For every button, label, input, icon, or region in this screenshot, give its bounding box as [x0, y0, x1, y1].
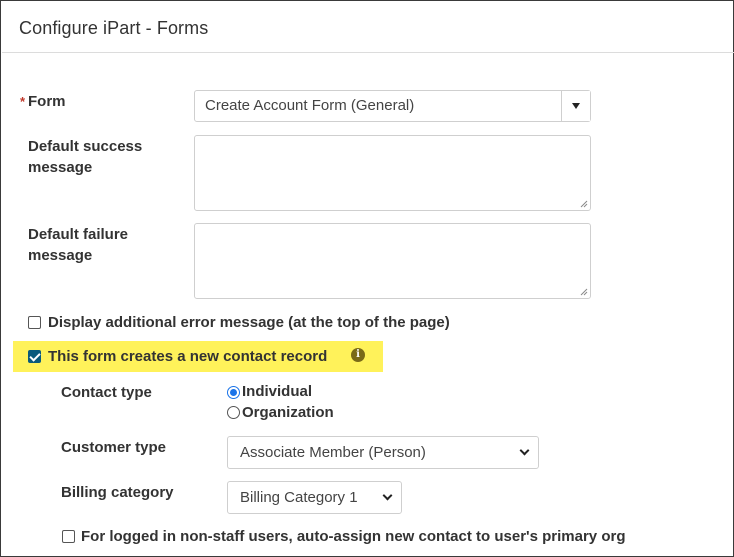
- success-message-textarea[interactable]: [194, 135, 591, 211]
- form-label: Form: [28, 93, 66, 110]
- failure-message-label-line1: Default failure: [28, 226, 129, 243]
- creates-contact-checkbox[interactable]: [28, 350, 41, 363]
- contact-type-organization-radio[interactable]: [227, 406, 240, 419]
- success-message-label-line2: message: [28, 159, 93, 176]
- billing-category-select[interactable]: Billing Category 1: [227, 481, 402, 514]
- contact-type-individual-radio[interactable]: [227, 386, 240, 399]
- billing-category-value: Billing Category 1: [240, 489, 358, 506]
- failure-message-textarea[interactable]: [194, 223, 591, 299]
- chevron-down-icon: [382, 490, 393, 501]
- form-select-arrow-button[interactable]: [561, 91, 590, 121]
- creates-contact-label: This form creates a new contact record: [48, 348, 328, 365]
- failure-message-label-line2: message: [28, 247, 93, 264]
- dialog-title: Configure iPart - Forms: [19, 18, 209, 38]
- auto-assign-label: For logged in non-staff users, auto-assi…: [81, 528, 626, 545]
- form-select-value: Create Account Form (General): [205, 97, 415, 114]
- display-error-checkbox[interactable]: [28, 316, 41, 329]
- dialog-header: Configure iPart - Forms: [2, 2, 734, 53]
- customer-type-label: Customer type: [61, 439, 167, 456]
- required-indicator: *: [20, 94, 26, 109]
- contact-type-organization-label: Organization: [242, 404, 334, 421]
- display-error-label: Display additional error message (at the…: [48, 314, 450, 331]
- customer-type-select[interactable]: Associate Member (Person): [227, 436, 539, 469]
- auto-assign-checkbox[interactable]: [62, 530, 75, 543]
- form-select[interactable]: Create Account Form (General): [194, 90, 591, 122]
- resize-grip-icon[interactable]: [580, 200, 588, 208]
- contact-type-label: Contact type: [61, 384, 152, 401]
- customer-type-value: Associate Member (Person): [240, 444, 426, 461]
- success-message-label-line1: Default success: [28, 138, 143, 155]
- contact-type-individual-label: Individual: [242, 383, 313, 400]
- configure-ipart-dialog: Configure iPart - Forms * Form Create Ac…: [0, 0, 734, 557]
- caret-down-icon: [572, 103, 580, 109]
- info-icon[interactable]: i: [351, 348, 365, 362]
- chevron-down-icon: [519, 445, 530, 456]
- resize-grip-icon[interactable]: [580, 288, 588, 296]
- billing-category-label: Billing category: [61, 484, 174, 501]
